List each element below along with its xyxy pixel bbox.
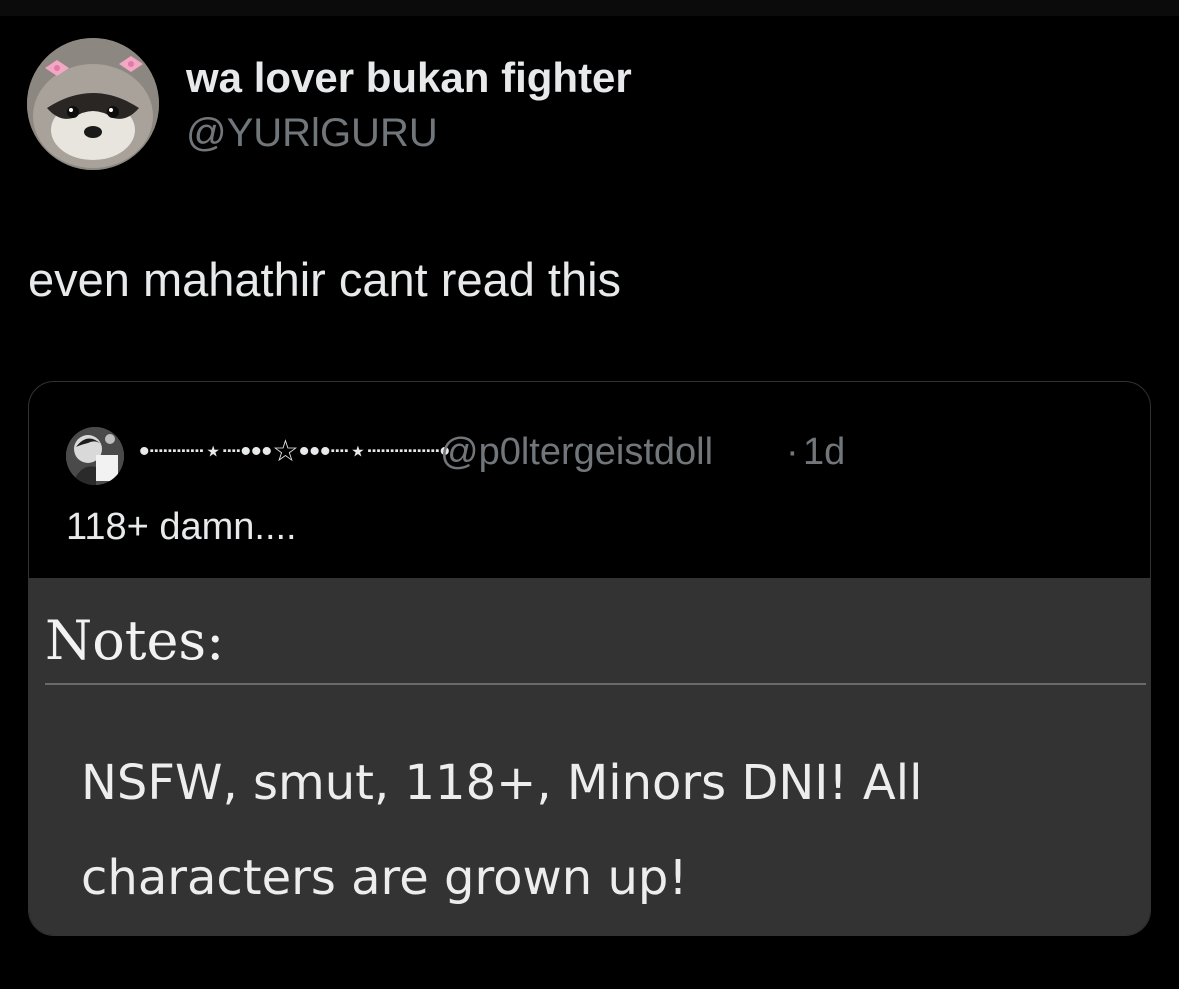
quoted-author-display-name[interactable]: •┈┈┈⋆┈•••☆•••┈⋆┈┈┈┈• (139, 428, 450, 476)
quoted-tweet-image[interactable]: Notes: NSFW, smut, 118+, Minors DNI! All… (29, 578, 1150, 935)
author-handle[interactable]: @YURlGURU (186, 110, 438, 156)
author-display-name[interactable]: wa lover bukan fighter (186, 54, 632, 102)
status-bar-strip (0, 0, 1179, 16)
quoted-author-handle[interactable]: @p0ltergeistdoll (440, 429, 713, 475)
notes-divider (45, 683, 1146, 685)
quoted-timestamp[interactable]: 1d (803, 429, 845, 475)
quoted-tweet-card[interactable]: •┈┈┈⋆┈•••☆•••┈⋆┈┈┈┈• @p0ltergeistdoll · … (28, 381, 1151, 936)
notes-body: NSFW, smut, 118+, Minors DNI! All charac… (81, 755, 923, 906)
raccoon-avatar-icon (27, 38, 159, 170)
quoted-meta-separator: · (786, 431, 799, 473)
notes-heading: Notes: (45, 609, 225, 672)
quoted-author-avatar[interactable] (66, 427, 124, 485)
quoted-tweet-text: 118+ damn.... (66, 506, 297, 548)
anime-avatar-icon (66, 427, 124, 485)
tweet-text: even mahathir cant read this (28, 253, 622, 306)
author-avatar[interactable] (27, 38, 159, 170)
